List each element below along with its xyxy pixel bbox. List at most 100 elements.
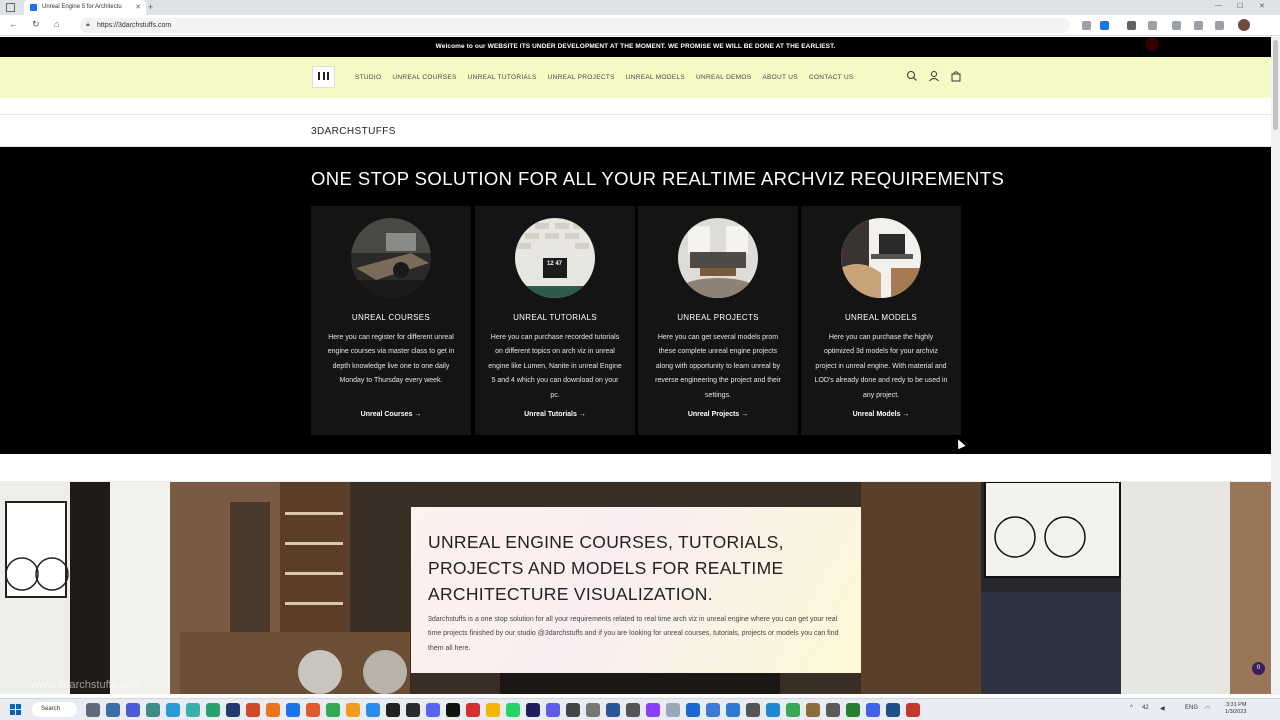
refresh-extension-icon[interactable] [1148, 21, 1157, 30]
premiere-icon[interactable] [526, 703, 540, 717]
app-icon[interactable] [186, 703, 200, 717]
unreal-tutorials-link[interactable]: Unreal Tutorials → [475, 411, 635, 418]
mouse-cursor-icon [954, 437, 966, 450]
arrow-right-icon: → [414, 411, 422, 418]
cart-icon[interactable] [950, 70, 962, 82]
minimize-icon[interactable]: — [1215, 2, 1222, 9]
app-icon[interactable] [626, 703, 640, 717]
site-logo[interactable] [312, 66, 335, 88]
favorite-star-icon[interactable] [1100, 21, 1109, 30]
nav-item-unreal-models[interactable]: UNREAL MODELS [626, 74, 685, 81]
app-icon[interactable] [906, 703, 920, 717]
nav-item-about-us[interactable]: ABOUT US [762, 74, 798, 81]
close-window-icon[interactable]: ✕ [1259, 2, 1265, 10]
photoshop-icon[interactable] [226, 703, 240, 717]
split-screen-icon[interactable] [1172, 21, 1181, 30]
app-icon[interactable] [586, 703, 600, 717]
profile-avatar[interactable] [1238, 19, 1250, 31]
app-icon[interactable] [806, 703, 820, 717]
nav-item-unreal-demos[interactable]: UNREAL DEMOS [696, 74, 751, 81]
account-icon[interactable] [928, 70, 940, 82]
wifi-icon[interactable]: ◠ [1205, 705, 1210, 712]
unreal-courses-link[interactable]: Unreal Courses → [311, 411, 471, 418]
taskbar-apps [86, 703, 920, 717]
unreal-icon[interactable] [446, 703, 460, 717]
whatsapp-icon[interactable] [506, 703, 520, 717]
chrome-icon[interactable] [326, 703, 340, 717]
chat-widget-badge[interactable]: 0 [1252, 662, 1265, 675]
card-unreal-tutorials: 12 47 UNREAL TUTORIALS Here you can purc… [475, 206, 635, 435]
file-explorer-icon[interactable] [486, 703, 500, 717]
app-icon[interactable] [686, 703, 700, 717]
card-unreal-projects: UNREAL PROJECTS Here you can get several… [638, 206, 798, 435]
nav-item-unreal-projects[interactable]: UNREAL PROJECTS [548, 74, 615, 81]
page-scrollbar[interactable] [1271, 37, 1280, 695]
app-icon[interactable] [706, 703, 720, 717]
maximize-icon[interactable]: ☐ [1237, 2, 1243, 10]
language-indicator[interactable]: ENG [1185, 705, 1198, 711]
arrow-right-icon: → [902, 411, 910, 418]
url-text: https://3darchstuffs.com [97, 22, 172, 29]
blender-icon[interactable] [346, 703, 360, 717]
nav-item-unreal-courses[interactable]: UNREAL COURSES [392, 74, 456, 81]
unreal-projects-link[interactable]: Unreal Projects → [638, 411, 798, 418]
taskbar-search[interactable]: Search [32, 702, 77, 717]
zoom-icon[interactable] [726, 703, 740, 717]
search-icon[interactable] [906, 70, 918, 82]
unreal-models-link[interactable]: Unreal Models → [801, 411, 961, 418]
extension-icon[interactable] [1127, 21, 1136, 30]
word-icon[interactable] [606, 703, 620, 717]
lock-icon: 🔒︎ [86, 21, 90, 28]
close-tab-icon[interactable]: ✕ [135, 3, 141, 11]
app-icon[interactable] [206, 703, 220, 717]
widgets-icon[interactable] [106, 703, 120, 717]
url-bar[interactable]: 🔒︎ https://3darchstuffs.com [80, 18, 1070, 33]
nav-item-unreal-tutorials[interactable]: UNREAL TUTORIALS [468, 74, 537, 81]
app-icon[interactable] [826, 703, 840, 717]
app-icon[interactable] [406, 703, 420, 717]
browser-tab[interactable]: Unreal Engine 5 for Architectu ✕ [24, 0, 146, 15]
discord-icon[interactable] [426, 703, 440, 717]
reload-icon[interactable]: ↻ [32, 19, 40, 30]
browser-tab-bar: Unreal Engine 5 for Architectu ✕ + — ☐ ✕ [0, 0, 1280, 15]
store-icon[interactable] [146, 703, 160, 717]
app-icon[interactable] [786, 703, 800, 717]
app-icon[interactable] [746, 703, 760, 717]
downloads-icon[interactable] [1215, 21, 1224, 30]
services-heading: ONE STOP SOLUTION FOR ALL YOUR REALTIME … [311, 168, 1005, 189]
firefox-icon[interactable] [266, 703, 280, 717]
brave-icon[interactable] [306, 703, 320, 717]
site-header: STUDIO UNREAL COURSES UNREAL TUTORIALS U… [0, 57, 1271, 98]
app-icon[interactable] [366, 703, 380, 717]
nav-item-contact-us[interactable]: CONTACT US [809, 74, 854, 81]
edge-icon[interactable] [166, 703, 180, 717]
app-icon[interactable] [566, 703, 580, 717]
read-aloud-icon[interactable] [1082, 21, 1091, 30]
app-icon[interactable] [466, 703, 480, 717]
site-title-bar: 3DARCHSTUFFS [0, 114, 1271, 147]
tray-overflow-icon[interactable]: ^ [1130, 705, 1133, 711]
scrollbar-thumb[interactable] [1273, 40, 1278, 130]
app-icon[interactable] [766, 703, 780, 717]
app-icon[interactable] [866, 703, 880, 717]
app-icon[interactable] [386, 703, 400, 717]
new-tab-icon[interactable]: + [148, 2, 153, 12]
home-icon[interactable]: ⌂ [54, 19, 59, 29]
collections-icon[interactable] [1194, 21, 1203, 30]
app-icon[interactable] [666, 703, 680, 717]
task-view-icon[interactable] [86, 703, 100, 717]
start-icon[interactable] [10, 704, 21, 715]
app-icon[interactable] [546, 703, 560, 717]
taskbar-clock[interactable]: 3:31 PM 1/3/2023 [1225, 702, 1246, 716]
edge-icon[interactable] [286, 703, 300, 717]
site-watermark: www.3darchstuffs.com [31, 679, 141, 691]
app-icon[interactable] [886, 703, 900, 717]
back-icon[interactable]: ← [9, 19, 18, 29]
speaker-icon[interactable]: ◀ [1160, 705, 1165, 712]
window-menu-icon[interactable] [6, 3, 15, 12]
messenger-icon[interactable] [646, 703, 660, 717]
nav-item-studio[interactable]: STUDIO [355, 74, 381, 81]
app-icon[interactable] [846, 703, 860, 717]
app-icon[interactable] [246, 703, 260, 717]
teams-icon[interactable] [126, 703, 140, 717]
